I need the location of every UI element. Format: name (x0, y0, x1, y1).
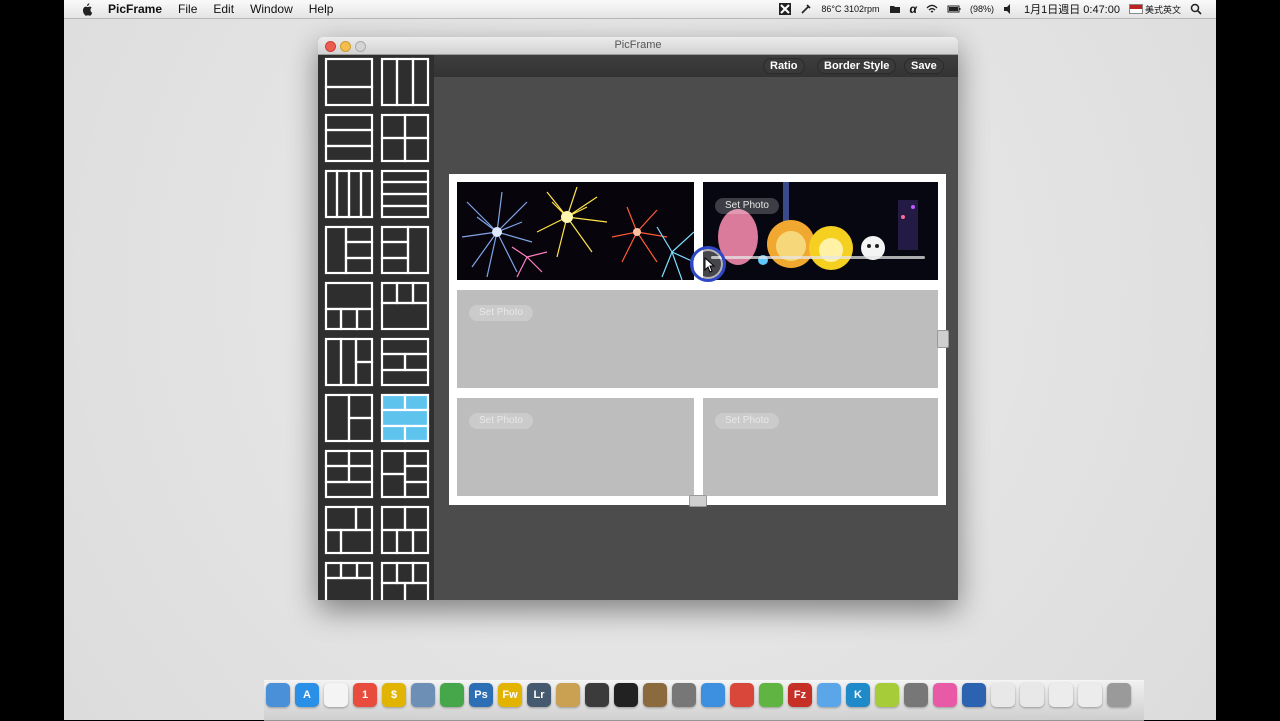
layout-option-7[interactable] (324, 225, 374, 275)
menu-window[interactable]: Window (250, 2, 293, 16)
safari-icon[interactable] (701, 683, 725, 707)
font-book-icon[interactable] (1049, 683, 1073, 707)
menu-help[interactable]: Help (309, 2, 334, 16)
zoom-slider-track[interactable] (711, 256, 925, 259)
layout-sidebar[interactable] (318, 55, 434, 600)
toolbar: Ratio Border Style Save (434, 55, 958, 77)
lightroom-icon[interactable]: Lr (527, 683, 551, 707)
finder-icon[interactable] (266, 683, 290, 707)
fireworks-icon[interactable]: Fw (498, 683, 522, 707)
layout-option-1[interactable] (324, 57, 374, 107)
mouse-pointer-icon (704, 257, 716, 273)
money-icon[interactable]: $ (382, 683, 406, 707)
layout-option-14[interactable] (380, 393, 430, 443)
fireworks-photo (457, 182, 694, 280)
photo-cell-fireworks[interactable] (457, 182, 694, 280)
utility-icon[interactable] (904, 683, 928, 707)
k-icon[interactable]: K (846, 683, 870, 707)
folder2-icon[interactable] (1020, 683, 1044, 707)
layout-option-5[interactable] (324, 169, 374, 219)
menu-bar: PicFrame File Edit Window Help 86°C 3102… (64, 0, 1216, 19)
flag-icon[interactable] (1128, 4, 1143, 14)
layout-option-17[interactable] (324, 505, 374, 555)
document-icon[interactable] (324, 683, 348, 707)
layout-option-11[interactable] (324, 337, 374, 387)
leaf-icon[interactable] (759, 683, 783, 707)
preview-icon[interactable] (411, 683, 435, 707)
photo-cell-empty-bottom-right[interactable]: Set Photo (703, 398, 938, 496)
layout-option-16[interactable] (380, 449, 430, 499)
layout-option-12[interactable] (380, 337, 430, 387)
battery-icon[interactable] (947, 3, 961, 15)
smile-icon[interactable] (875, 683, 899, 707)
photo-cell-lanterns[interactable]: Set Photo (703, 182, 938, 280)
layout-option-20[interactable] (380, 561, 430, 600)
app-store-icon[interactable]: A (295, 683, 319, 707)
menu-edit[interactable]: Edit (213, 2, 234, 16)
apple-folder-icon[interactable] (1078, 683, 1102, 707)
photoshop-icon[interactable]: Ps (469, 683, 493, 707)
chrome-icon[interactable] (730, 683, 754, 707)
horizontal-resize-handle[interactable] (689, 495, 707, 507)
fan-icon[interactable] (800, 3, 812, 15)
collage-canvas: Set Photo Set Photo Set Photo Set Photo (449, 174, 946, 505)
facetime-icon[interactable] (614, 683, 638, 707)
image-capture-icon[interactable] (643, 683, 667, 707)
set-photo-button[interactable]: Set Photo (469, 305, 533, 321)
window-title: PicFrame (614, 39, 662, 51)
photo-cell-empty-bottom-left[interactable]: Set Photo (457, 398, 694, 496)
ratio-button[interactable]: Ratio (763, 58, 805, 74)
set-photo-button[interactable]: Set Photo (715, 198, 779, 214)
set-photo-button[interactable]: Set Photo (469, 413, 533, 429)
folder-menu-icon[interactable] (889, 3, 901, 15)
layout-option-19[interactable] (324, 561, 374, 600)
layout-option-3[interactable] (324, 113, 374, 163)
lantern-photo (703, 182, 938, 280)
clock[interactable]: 1月1日週日 0:47:00 (1024, 1, 1120, 17)
layout-option-9[interactable] (324, 281, 374, 331)
script-icon[interactable] (556, 683, 580, 707)
layout-option-10[interactable] (380, 281, 430, 331)
filezilla-icon[interactable]: Fz (788, 683, 812, 707)
layout-option-6[interactable] (380, 169, 430, 219)
layout-option-8[interactable] (380, 225, 430, 275)
search-app-icon[interactable] (962, 683, 986, 707)
save-button[interactable]: Save (904, 58, 944, 74)
battery-percent[interactable]: (98%) (970, 4, 994, 14)
input-source[interactable]: 美式英文 (1145, 3, 1181, 16)
set-photo-button[interactable]: Set Photo (715, 413, 779, 429)
calendar-icon[interactable]: 1 (353, 683, 377, 707)
wifi-icon[interactable] (926, 3, 938, 15)
notes-icon[interactable] (933, 683, 957, 707)
aperture-icon[interactable] (585, 683, 609, 707)
star-icon[interactable] (672, 683, 696, 707)
status-x-icon[interactable] (779, 3, 792, 15)
temperature-readout[interactable]: 86°C 3102rpm (821, 4, 879, 14)
photo-cell-empty-wide[interactable]: Set Photo (457, 290, 938, 388)
trash-icon[interactable] (1107, 683, 1131, 707)
layout-option-18[interactable] (380, 505, 430, 555)
itunes-icon[interactable] (817, 683, 841, 707)
alpha-icon[interactable]: α (910, 2, 917, 16)
spotlight-search-icon[interactable] (1190, 3, 1202, 15)
apple-menu-icon[interactable] (80, 2, 94, 16)
photos-icon[interactable] (440, 683, 464, 707)
folder-icon[interactable] (991, 683, 1015, 707)
vertical-resize-handle[interactable] (937, 330, 949, 348)
menu-file[interactable]: File (178, 2, 197, 16)
layout-option-4[interactable] (380, 113, 430, 163)
volume-icon[interactable] (1003, 3, 1015, 15)
status-area: 86°C 3102rpm α (98%) 1月1日週日 0:47:00 美式英文 (770, 0, 1216, 18)
dock: A 1 $ Ps Fw Lr Fz K (264, 680, 1144, 721)
layout-option-2[interactable] (380, 57, 430, 107)
border-style-button[interactable]: Border Style (817, 58, 897, 74)
layout-option-15[interactable] (324, 449, 374, 499)
title-bar[interactable]: PicFrame (318, 37, 958, 55)
layout-option-13[interactable] (324, 393, 374, 443)
app-menu[interactable]: PicFrame (108, 2, 162, 16)
